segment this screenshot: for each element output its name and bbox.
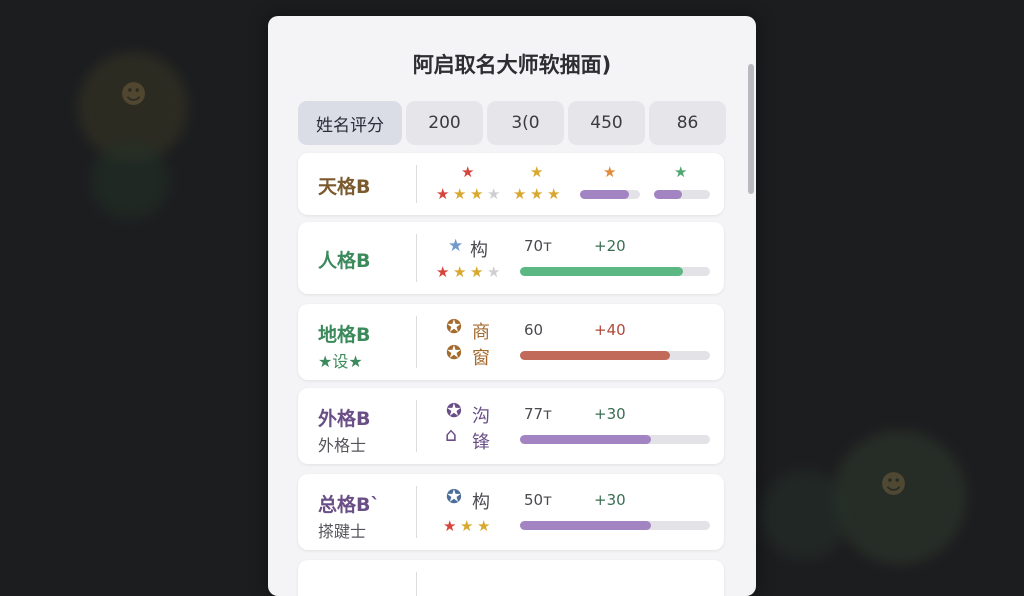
tab-200[interactable]: 200 (405, 101, 483, 145)
score-row-tiange[interactable]: 天格B ★ ★ ★ ★ ★ ★ ★ ★ ★ ★ ★ (298, 153, 724, 215)
score-row-zongge[interactable]: 总格B` 搽踺士 ✪ 构 ★ ★ ★ 50т +30 (298, 474, 724, 550)
row-sublabel: 搽踺士 (318, 522, 367, 541)
tab-300[interactable]: 3(0 (486, 101, 564, 145)
progress-fill (580, 190, 630, 199)
progress-fill (520, 521, 652, 530)
tab-86[interactable]: 86 (649, 101, 727, 145)
score-value: 77т (524, 405, 552, 423)
star-icon: ★ (453, 263, 467, 281)
score-value: 60 (524, 321, 544, 339)
row-glyph: 构 (470, 240, 488, 261)
row-glyph: 商 (472, 322, 490, 343)
row-label: 外格B (318, 408, 371, 430)
star-icon: ★ (487, 185, 501, 203)
row-glyph: 构 (472, 492, 490, 513)
score-row-renge[interactable]: 人格B ★ 构 ★ ★ ★ ★ 70т +20 (298, 222, 724, 294)
page-title: 阿启取名大师软捆面) (412, 53, 612, 77)
score-delta: +20 (594, 237, 626, 255)
background-mascot-icon: ☻ (120, 80, 148, 110)
star-icon: ★ (453, 185, 467, 203)
star-outline-icon: ✪ (446, 342, 462, 364)
background-mascot-icon: ☻ (880, 470, 908, 500)
divider (416, 400, 417, 452)
star-icon: ★ (547, 185, 561, 203)
row-sublabel: 外格士 (318, 436, 367, 455)
tab-bar: 姓名评分 200 3(0 450 86 (298, 101, 727, 145)
progress-fill (520, 435, 652, 444)
star-icon: ★ (487, 263, 501, 281)
score-panel: 阿启取名大师软捆面) 姓名评分 200 3(0 450 86 天格B ★ ★ ★… (268, 16, 756, 596)
score-value: 50т (524, 491, 552, 509)
row-glyph: 锋 (472, 432, 490, 453)
star-outline-icon: ✪ (446, 486, 462, 508)
star-icon: ★ (513, 185, 527, 203)
score-delta: +30 (594, 491, 626, 509)
star-icon: ★ (448, 236, 464, 256)
star-icon: ★ (461, 163, 475, 181)
progress-bar (520, 435, 710, 444)
row-label: 天格B (318, 176, 371, 198)
home-icon: ⌂ (445, 424, 458, 446)
row-label: 人格B (318, 250, 371, 272)
progress-fill (520, 267, 684, 276)
star-icon: ★ (436, 185, 450, 203)
progress-bar (520, 521, 710, 530)
score-row-dige[interactable]: 地格B ★设★ ✪ 商 ✪ 窗 60 +40 (298, 304, 724, 380)
background-blob (760, 470, 850, 560)
progress-fill (654, 190, 682, 199)
score-delta: +30 (594, 405, 626, 423)
tab-name-score[interactable]: 姓名评分 (298, 101, 402, 145)
divider (416, 486, 417, 538)
score-row-partial[interactable] (298, 560, 724, 596)
scrollbar[interactable] (748, 64, 754, 194)
star-icon: ★ (470, 263, 484, 281)
star-icon: ★ (530, 185, 544, 203)
score-delta: +40 (594, 321, 626, 339)
divider (416, 234, 417, 282)
background-blob (90, 140, 170, 220)
tab-450[interactable]: 450 (568, 101, 646, 145)
star-outline-icon: ✪ (446, 400, 462, 422)
progress-bar (654, 190, 710, 199)
star-icon: ★ (674, 163, 688, 181)
star-icon: ★ (530, 163, 544, 181)
progress-fill (520, 351, 671, 360)
progress-bar (580, 190, 640, 199)
score-row-waige[interactable]: 外格B 外格士 ✪ 沟 ⌂ 锋 77т +30 (298, 388, 724, 464)
row-glyph: 沟 (472, 406, 490, 427)
star-outline-icon: ✪ (446, 316, 462, 338)
star-icon: ★ (436, 263, 450, 281)
score-value: 70т (524, 237, 552, 255)
row-label: 地格B (318, 324, 371, 346)
row-label: 总格B` (318, 494, 380, 516)
progress-bar (520, 351, 710, 360)
row-sublabel: ★设★ (318, 352, 363, 371)
star-icon: ★ (477, 517, 491, 535)
star-icon: ★ (443, 517, 457, 535)
star-icon: ★ (470, 185, 484, 203)
divider (416, 316, 417, 368)
star-icon: ★ (460, 517, 474, 535)
divider (416, 165, 417, 203)
star-icon: ★ (603, 163, 617, 181)
progress-bar (520, 267, 710, 276)
row-glyph: 窗 (472, 348, 490, 369)
